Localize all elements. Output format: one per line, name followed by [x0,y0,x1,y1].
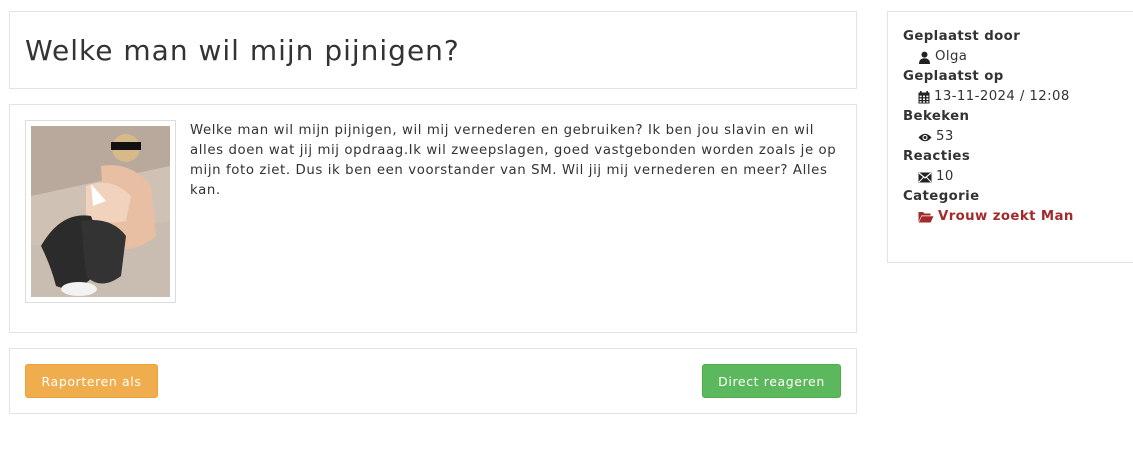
views-value: 53 [936,129,954,144]
report-button[interactable]: Raporteren als [25,364,158,398]
post-body-panel: Welke man wil mijn pijnigen, wil mij ver… [9,104,857,333]
post-body-text: Welke man wil mijn pijnigen, wil mij ver… [190,123,837,198]
posted-on-row: 13-11-2024 / 12:08 [903,87,1133,107]
reply-button[interactable]: Direct reageren [702,364,841,398]
replies-label: Reacties [903,149,971,164]
views-label: Bekeken [903,109,970,124]
action-panel: Raporteren als Direct reageren [9,348,857,414]
title-panel: Welke man wil mijn pijnigen? [9,11,857,89]
calendar-icon [918,90,930,103]
posted-by-value: Olga [935,49,968,64]
category-label: Categorie [903,189,980,204]
posted-on-label: Geplaatst op [903,69,1004,84]
category-row[interactable]: Vrouw zoekt Man [903,207,1133,227]
envelope-icon [918,172,932,182]
user-icon [919,51,930,64]
replies-value: 10 [936,169,954,184]
posted-by-row: Olga [903,47,1133,67]
views-row: 53 [903,127,1133,147]
eye-icon [918,133,932,141]
post-meta-sidebar: Geplaatst door Olga Geplaatst op 13-11-2… [887,11,1133,263]
post-photo[interactable] [31,126,170,297]
post-meta-list: Geplaatst door Olga Geplaatst op 13-11-2… [903,27,1133,227]
post-title: Welke man wil mijn pijnigen? [25,34,460,67]
posted-by-label: Geplaatst door [903,29,1021,44]
category-link[interactable]: Vrouw zoekt Man [938,207,1074,227]
folder-open-icon [918,212,934,223]
post-photo-frame[interactable] [25,120,176,303]
posted-on-value: 13-11-2024 / 12:08 [934,89,1070,104]
replies-row: 10 [903,167,1133,187]
